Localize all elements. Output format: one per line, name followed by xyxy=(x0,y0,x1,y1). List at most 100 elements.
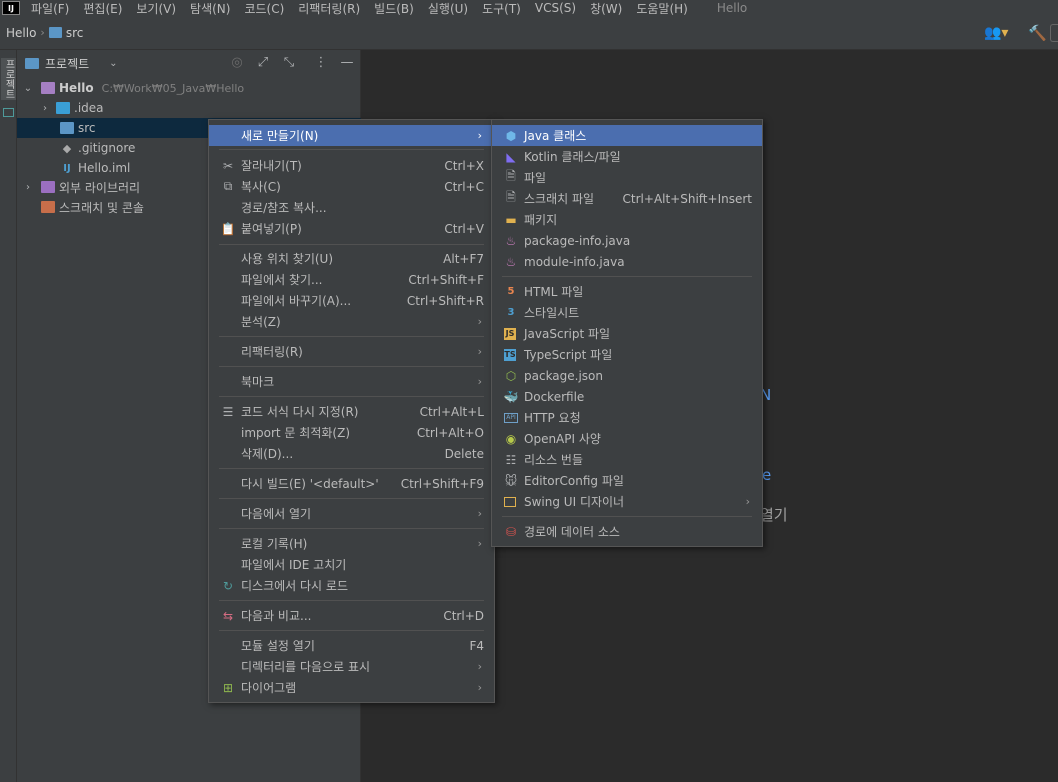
submenu-item-resource-bundle[interactable]: ☷ 리소스 번들 xyxy=(492,449,762,470)
menu-refactor[interactable]: 리팩터링(R) xyxy=(291,0,367,17)
menu-item-analyze[interactable]: 분석(Z) › xyxy=(209,311,494,332)
window-title: Hello xyxy=(716,1,748,15)
menu-edit[interactable]: 편집(E) xyxy=(76,0,129,17)
menu-vcs[interactable]: VCS(S) xyxy=(528,1,583,15)
chevron-right-icon: › xyxy=(477,537,482,550)
tree-item-label: .gitignore xyxy=(78,141,136,155)
menu-item-local-history[interactable]: 로컬 기록(H) › xyxy=(209,533,494,554)
submenu-item-swing-designer[interactable]: Swing UI 디자이너 › xyxy=(492,491,762,512)
menu-separator xyxy=(219,468,484,469)
menu-item-copy-path[interactable]: 경로/참조 복사... xyxy=(209,197,494,218)
tree-item-label: .idea xyxy=(74,101,104,115)
menu-help[interactable]: 도움말(H) xyxy=(629,0,695,17)
java-file-icon: ♨ xyxy=(505,254,517,269)
menu-item-replace-in-files[interactable]: 파일에서 바꾸기(A)... Ctrl+Shift+R xyxy=(209,290,494,311)
locate-target-icon[interactable]: ◎ xyxy=(229,55,245,71)
tree-item-idea[interactable]: › .idea xyxy=(17,98,361,118)
project-path-hint: C:₩Work₩05_Java₩Hello xyxy=(101,81,245,95)
menu-item-label: 스크래치 파일 xyxy=(524,192,595,206)
menu-item-module-settings[interactable]: 모듈 설정 열기 F4 xyxy=(209,635,494,656)
tree-item-label: 외부 라이브러리 xyxy=(59,180,141,195)
menu-item-label: 파일에서 찾기... xyxy=(241,273,323,287)
new-submenu: ⬢ Java 클래스 ◣ Kotlin 클래스/파일 🗎 파일 🗎 스크래치 파… xyxy=(491,119,763,547)
menu-item-paste[interactable]: 📋 붙여넣기(P) Ctrl+V xyxy=(209,218,494,239)
menu-run[interactable]: 실행(U) xyxy=(421,0,475,17)
chevron-down-icon[interactable]: ⌄ xyxy=(21,83,35,94)
menu-item-fix-ide[interactable]: 파일에서 IDE 고치기 xyxy=(209,554,494,575)
editor-hint-fragment: e xyxy=(762,466,772,484)
tree-item-project-root[interactable]: ⌄ Hello C:₩Work₩05_Java₩Hello xyxy=(17,78,361,98)
menu-item-delete[interactable]: 삭제(D)... Delete xyxy=(209,443,494,464)
project-tool-window-tab[interactable]: 프로젝트 xyxy=(1,58,16,100)
hide-panel-icon[interactable]: — xyxy=(339,55,355,71)
submenu-item-html[interactable]: 5 HTML 파일 xyxy=(492,281,762,302)
javascript-file-icon: JS xyxy=(504,327,516,340)
idea-folder-icon xyxy=(56,102,70,114)
menu-view[interactable]: 보기(V) xyxy=(129,0,183,17)
menu-item-new[interactable]: 새로 만들기(N) › xyxy=(209,125,494,146)
submenu-item-scratch-file[interactable]: 🗎 스크래치 파일 Ctrl+Alt+Shift+Insert xyxy=(492,188,762,209)
breadcrumb-folder[interactable]: src xyxy=(48,26,83,40)
menu-item-open-in[interactable]: 다음에서 열기 › xyxy=(209,503,494,524)
submenu-item-data-source[interactable]: ⛁ 경로에 데이터 소스 xyxy=(492,521,762,542)
chevron-right-icon[interactable]: › xyxy=(21,182,35,193)
project-panel-title: 프로젝트 xyxy=(45,56,90,71)
menu-item-shortcut: Ctrl+Alt+L xyxy=(419,404,484,419)
submenu-item-package[interactable]: ▬ 패키지 xyxy=(492,209,762,230)
menu-item-diagrams[interactable]: ⊞ 다이어그램 › xyxy=(209,677,494,698)
menu-item-bookmarks[interactable]: 북마크 › xyxy=(209,371,494,392)
kotlin-icon: ◣ xyxy=(506,149,516,164)
menu-item-copy[interactable]: ⧉ 복사(C) Ctrl+C xyxy=(209,176,494,197)
submenu-item-dockerfile[interactable]: 🐳 Dockerfile xyxy=(492,386,762,407)
project-tool-icon[interactable] xyxy=(3,108,14,117)
menu-item-optimize-imports[interactable]: import 문 최적화(Z) Ctrl+Alt+O xyxy=(209,422,494,443)
submenu-item-http-request[interactable]: API HTTP 요청 xyxy=(492,407,762,428)
menu-item-reformat-code[interactable]: ☰ 코드 서식 다시 지정(R) Ctrl+Alt+L xyxy=(209,401,494,422)
submenu-item-module-info[interactable]: ♨ module-info.java xyxy=(492,251,762,272)
menu-item-label: 잘라내기(T) xyxy=(241,159,302,173)
menu-item-compare-with[interactable]: ⇆ 다음과 비교... Ctrl+D xyxy=(209,605,494,626)
menu-item-label: 디스크에서 다시 로드 xyxy=(241,579,348,593)
project-view-selector[interactable]: 프로젝트 ⌄ xyxy=(25,55,118,72)
add-user-icon[interactable]: 👥▾ xyxy=(984,25,1008,41)
submenu-item-typescript[interactable]: TS TypeScript 파일 xyxy=(492,344,762,365)
menu-file[interactable]: 파일(F) xyxy=(24,0,76,17)
menu-tools[interactable]: 도구(T) xyxy=(475,0,528,17)
submenu-item-javascript[interactable]: JS JavaScript 파일 xyxy=(492,323,762,344)
menu-build[interactable]: 빌드(B) xyxy=(367,0,421,17)
build-hammer-icon[interactable]: 🔨 xyxy=(1028,24,1047,42)
menu-item-find-usages[interactable]: 사용 위치 찾기(U) Alt+F7 xyxy=(209,248,494,269)
submenu-item-package-json[interactable]: ⬡ package.json xyxy=(492,365,762,386)
menu-item-refactor[interactable]: 리팩터링(R) › xyxy=(209,341,494,362)
chevron-right-icon[interactable]: › xyxy=(38,103,52,114)
submenu-item-package-info[interactable]: ♨ package-info.java xyxy=(492,230,762,251)
menu-item-rebuild[interactable]: 다시 빌드(E) '<default>' Ctrl+Shift+F9 xyxy=(209,473,494,494)
menu-window[interactable]: 창(W) xyxy=(583,0,629,17)
menu-item-cut[interactable]: ✂ 잘라내기(T) Ctrl+X xyxy=(209,155,494,176)
submenu-item-stylesheet[interactable]: 3 스타일시트 xyxy=(492,302,762,323)
chevron-right-icon: › xyxy=(477,507,482,520)
collapse-all-icon[interactable]: ⤡ xyxy=(281,55,297,71)
submenu-item-kotlin[interactable]: ◣ Kotlin 클래스/파일 xyxy=(492,146,762,167)
chevron-right-icon: › xyxy=(477,681,482,694)
toolbar-overflow-icon[interactable] xyxy=(1050,24,1058,42)
menu-item-label: 로컬 기록(H) xyxy=(241,537,308,551)
expand-all-icon[interactable]: ⤢ xyxy=(255,55,271,71)
menu-code[interactable]: 코드(C) xyxy=(237,0,291,17)
submenu-item-editorconfig[interactable]: 🐭 EditorConfig 파일 xyxy=(492,470,762,491)
java-file-icon: ♨ xyxy=(505,233,517,248)
menu-item-mark-directory-as[interactable]: 디렉터리를 다음으로 표시 › xyxy=(209,656,494,677)
submenu-item-openapi[interactable]: ◉ OpenAPI 사양 xyxy=(492,428,762,449)
options-menu-icon[interactable]: ⋮ xyxy=(313,55,329,71)
menu-item-reload-from-disk[interactable]: ↻ 디스크에서 다시 로드 xyxy=(209,575,494,596)
menu-item-label: 분석(Z) xyxy=(241,315,281,329)
submenu-item-java-class[interactable]: ⬢ Java 클래스 xyxy=(492,125,762,146)
submenu-item-file[interactable]: 🗎 파일 xyxy=(492,167,762,188)
menu-item-label: 다시 빌드(E) '<default>' xyxy=(241,477,379,491)
typescript-file-icon: TS xyxy=(504,348,516,361)
breadcrumb-project[interactable]: Hello xyxy=(6,26,36,40)
breadcrumb-separator-icon: › xyxy=(40,26,45,39)
menu-navigate[interactable]: 탐색(N) xyxy=(183,0,237,17)
menu-item-find-in-files[interactable]: 파일에서 찾기... Ctrl+Shift+F xyxy=(209,269,494,290)
intellij-logo-icon[interactable]: IJ xyxy=(2,1,20,15)
